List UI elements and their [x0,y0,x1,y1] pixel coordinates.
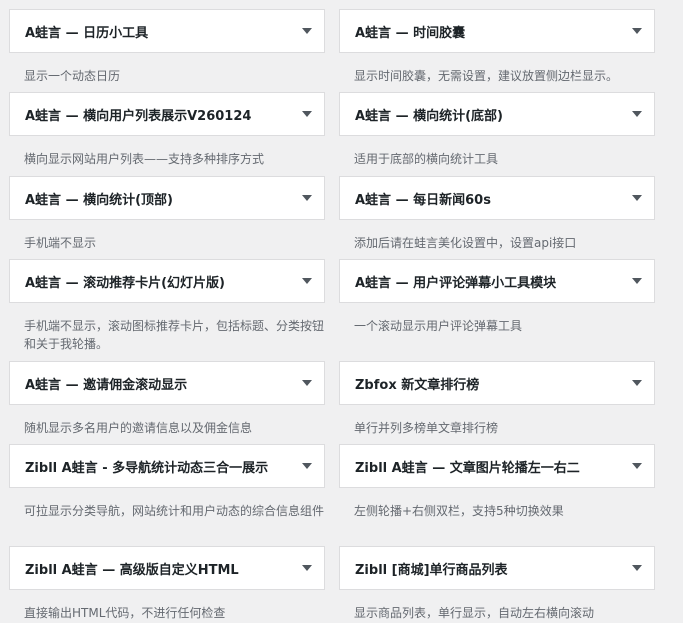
widget-item: A蛙言 — 时间胶囊 显示时间胶囊，无需设置，建议放置侧边栏显示。 [339,9,655,85]
widget-header[interactable]: Zibll A蛙言 — 高级版自定义HTML [9,546,325,590]
caret-down-icon[interactable] [292,558,312,578]
widget-item: A蛙言 — 每日新闻60s 添加后请在蛙言美化设置中，设置api接口 [339,176,655,252]
caret-down-icon[interactable] [292,373,312,393]
widget-description: 手机端不显示 [24,236,97,250]
caret-down-icon[interactable] [622,21,642,41]
caret-down-icon[interactable] [292,21,312,41]
widget-header[interactable]: A蛙言 — 滚动推荐卡片(幻灯片版) [9,259,325,303]
widget-title: Zibll [商城]单行商品列表 [355,562,508,578]
widget-description: 左侧轮播+右侧双栏，支持5种切换效果 [354,504,564,518]
widget-header[interactable]: A蛙言 — 横向统计(底部) [339,92,655,136]
widget-title: Zibll A蛙言 - 多导航统计动态三合一展示 [25,460,269,476]
widget-description: 一个滚动显示用户评论弹幕工具 [354,319,523,333]
widget-title: A蛙言 — 用户评论弹幕小工具模块 [355,275,557,291]
caret-down-icon[interactable] [622,188,642,208]
caret-down-icon[interactable] [292,456,312,476]
widget-description: 单行并列多榜单文章排行榜 [354,421,499,435]
widget-description: 直接输出HTML代码，不进行任何检查 [24,606,226,620]
widget-description: 随机显示多名用户的邀请信息以及佣金信息 [24,421,253,435]
widget-header[interactable]: Zbfox 新文章排行榜 [339,361,655,405]
widget-title: A蛙言 — 邀请佣金滚动显示 [25,377,188,393]
widget-header[interactable]: Zibll [商城]单行商品列表 [339,546,655,590]
caret-down-icon[interactable] [292,271,312,291]
widget-header[interactable]: A蛙言 — 用户评论弹幕小工具模块 [339,259,655,303]
caret-down-icon[interactable] [292,104,312,124]
widget-item: A蛙言 — 横向用户列表展示V260124 横向显示网站用户列表——支持多种排序… [9,92,325,168]
widget-header[interactable]: A蛙言 — 横向统计(顶部) [9,176,325,220]
widget-title: A蛙言 — 横向统计(底部) [355,108,503,124]
widget-title: Zibll A蛙言 — 高级版自定义HTML [25,562,239,578]
widget-item: Zibll A蛙言 - 多导航统计动态三合一展示 可拉显示分类导航，网站统计和用… [9,444,325,520]
caret-down-icon[interactable] [622,271,642,291]
widget-header[interactable]: Zibll A蛙言 — 文章图片轮播左一右二 [339,444,655,488]
widget-description: 显示时间胶囊，无需设置，建议放置侧边栏显示。 [354,69,619,83]
widget-description: 添加后请在蛙言美化设置中，设置api接口 [354,236,577,250]
caret-down-icon[interactable] [622,373,642,393]
widget-description: 适用于底部的横向统计工具 [354,152,499,166]
widget-item: A蛙言 — 横向统计(顶部) 手机端不显示 [9,176,325,252]
widget-header[interactable]: A蛙言 — 每日新闻60s [339,176,655,220]
widget-item: A蛙言 — 横向统计(底部) 适用于底部的横向统计工具 [339,92,655,168]
caret-down-icon[interactable] [622,456,642,476]
widget-title: A蛙言 — 横向统计(顶部) [25,192,173,208]
widget-header[interactable]: A蛙言 — 时间胶囊 [339,9,655,53]
widget-description: 手机端不显示，滚动图标推荐卡片，包括标题、分类按钮和关于我轮播。 [24,319,325,351]
widget-title: Zbfox 新文章排行榜 [355,377,480,393]
widget-item: A蛙言 — 滚动推荐卡片(幻灯片版) 手机端不显示，滚动图标推荐卡片，包括标题、… [9,259,325,353]
widget-description: 显示商品列表，单行显示，自动左右横向滚动 [354,606,595,620]
caret-down-icon[interactable] [622,104,642,124]
caret-down-icon[interactable] [622,558,642,578]
available-widgets-list: A蛙言 — 日历小工具 显示一个动态日历 A蛙言 — 时间胶囊 显示时间胶囊，无… [0,0,683,623]
widget-item: Zibll A蛙言 — 文章图片轮播左一右二 左侧轮播+右侧双栏，支持5种切换效… [339,444,655,520]
widget-title: A蛙言 — 滚动推荐卡片(幻灯片版) [25,275,225,291]
widget-title: Zibll A蛙言 — 文章图片轮播左一右二 [355,460,580,476]
widget-title: A蛙言 — 时间胶囊 [355,25,466,41]
widget-description: 显示一个动态日历 [24,69,121,83]
widget-title: A蛙言 — 日历小工具 [25,25,149,41]
widget-header[interactable]: A蛙言 — 横向用户列表展示V260124 [9,92,325,136]
widget-item: A蛙言 — 用户评论弹幕小工具模块 一个滚动显示用户评论弹幕工具 [339,259,655,335]
widget-item: A蛙言 — 日历小工具 显示一个动态日历 [9,9,325,85]
widget-header[interactable]: Zibll A蛙言 - 多导航统计动态三合一展示 [9,444,325,488]
widget-description: 可拉显示分类导航，网站统计和用户动态的综合信息组件 [24,504,325,518]
widget-header[interactable]: A蛙言 — 邀请佣金滚动显示 [9,361,325,405]
widget-item: Zibll A蛙言 — 高级版自定义HTML 直接输出HTML代码，不进行任何检… [9,546,325,622]
widget-item: A蛙言 — 邀请佣金滚动显示 随机显示多名用户的邀请信息以及佣金信息 [9,361,325,437]
widget-header[interactable]: A蛙言 — 日历小工具 [9,9,325,53]
widget-description: 横向显示网站用户列表——支持多种排序方式 [24,152,265,166]
widget-title: A蛙言 — 每日新闻60s [355,192,491,208]
widget-title: A蛙言 — 横向用户列表展示V260124 [25,108,252,124]
widget-item: Zibll [商城]单行商品列表 显示商品列表，单行显示，自动左右横向滚动 [339,546,655,622]
widget-item: Zbfox 新文章排行榜 单行并列多榜单文章排行榜 [339,361,655,437]
caret-down-icon[interactable] [292,188,312,208]
